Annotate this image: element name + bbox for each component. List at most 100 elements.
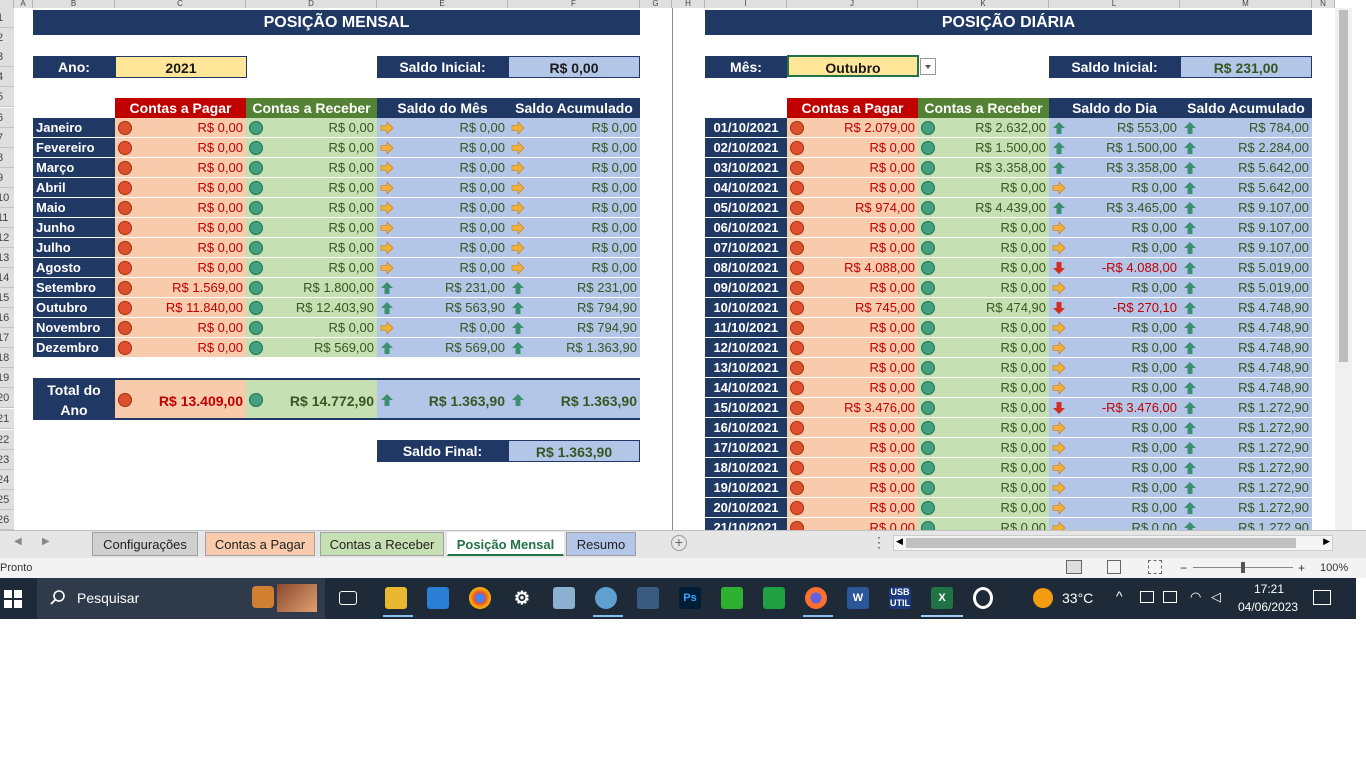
row-header[interactable]: 26 <box>0 510 14 530</box>
acumulado-cell[interactable]: R$ 794,90 <box>508 318 640 338</box>
receber-cell[interactable]: R$ 0,00 <box>918 418 1049 438</box>
receber-cell[interactable]: R$ 569,00 <box>246 338 377 358</box>
saldo-dia-cell[interactable]: R$ 553,00 <box>1049 118 1180 138</box>
windows-start-icon[interactable] <box>4 590 22 608</box>
pagar-cell[interactable]: R$ 974,00 <box>787 198 918 218</box>
saldo-cell[interactable]: R$ 0,00 <box>377 218 508 238</box>
month-cell[interactable]: Março <box>33 158 115 178</box>
acumulado-cell[interactable]: R$ 1.272,90 <box>1180 498 1312 518</box>
acumulado-cell[interactable]: R$ 2.284,00 <box>1180 138 1312 158</box>
receber-cell[interactable]: R$ 0,00 <box>246 258 377 278</box>
receber-cell[interactable]: R$ 0,00 <box>918 398 1049 418</box>
date-cell[interactable]: 18/10/2021 <box>705 458 787 478</box>
pagar-cell[interactable]: R$ 0,00 <box>115 178 246 198</box>
column-header-L[interactable]: L <box>1049 0 1180 8</box>
pagar-cell[interactable]: R$ 0,00 <box>115 118 246 138</box>
file-explorer-icon[interactable] <box>385 587 407 609</box>
row-header[interactable]: 4 <box>0 67 14 87</box>
acumulado-cell[interactable]: R$ 0,00 <box>508 218 640 238</box>
row-header[interactable]: 10 <box>0 188 14 208</box>
pagar-cell[interactable]: R$ 0,00 <box>115 218 246 238</box>
row-header[interactable]: 15 <box>0 288 14 308</box>
acumulado-cell[interactable]: R$ 0,00 <box>508 138 640 158</box>
row-header[interactable]: 13 <box>0 248 14 268</box>
tab-scroll-left-icon[interactable]: ◀ <box>14 536 22 547</box>
saldo-dia-cell[interactable]: R$ 3.465,00 <box>1049 198 1180 218</box>
saldo-cell[interactable]: R$ 231,00 <box>377 278 508 298</box>
hscroll-right-icon[interactable]: ▶ <box>1323 536 1330 547</box>
zoom-out-icon[interactable]: − <box>1180 558 1187 578</box>
column-header-K[interactable]: K <box>918 0 1049 8</box>
receber-cell[interactable]: R$ 0,00 <box>918 438 1049 458</box>
acumulado-cell[interactable]: R$ 9.107,00 <box>1180 218 1312 238</box>
pagar-cell[interactable]: R$ 0,00 <box>115 318 246 338</box>
row-header[interactable]: 21 <box>0 409 14 429</box>
acumulado-cell[interactable]: R$ 5.642,00 <box>1180 158 1312 178</box>
saldo-dia-cell[interactable]: R$ 0,00 <box>1049 218 1180 238</box>
column-header-M[interactable]: M <box>1180 0 1312 8</box>
scrollbar-thumb[interactable] <box>1339 10 1348 362</box>
sheet-tab[interactable]: Contas a Pagar <box>205 532 315 556</box>
mail-icon[interactable] <box>427 587 449 609</box>
receber-cell[interactable]: R$ 0,00 <box>246 238 377 258</box>
column-header-N[interactable]: N <box>1312 0 1335 8</box>
usb-util-icon[interactable]: USB UTIL <box>889 587 911 609</box>
receber-cell[interactable]: R$ 0,00 <box>918 498 1049 518</box>
page-layout-icon[interactable] <box>1107 560 1121 574</box>
row-header[interactable]: 6 <box>0 108 14 128</box>
row-header[interactable]: 9 <box>0 168 14 188</box>
pagar-cell[interactable]: R$ 0,00 <box>115 338 246 358</box>
date-cell[interactable]: 04/10/2021 <box>705 178 787 198</box>
saldo-dia-cell[interactable]: R$ 0,00 <box>1049 358 1180 378</box>
row-header[interactable]: 7 <box>0 128 14 148</box>
add-sheet-icon[interactable]: + <box>671 535 687 551</box>
saldo-dia-cell[interactable]: R$ 0,00 <box>1049 458 1180 478</box>
zoom-in-icon[interactable]: + <box>1298 558 1305 578</box>
row-header[interactable]: 25 <box>0 490 14 510</box>
acumulado-cell[interactable]: R$ 1.272,90 <box>1180 438 1312 458</box>
column-header-B[interactable]: B <box>33 0 115 8</box>
taskbar-search[interactable]: Pesquisar <box>37 578 325 619</box>
row-header[interactable]: 12 <box>0 228 14 248</box>
row-header[interactable]: 1 <box>0 8 14 28</box>
camtasia-icon[interactable] <box>721 587 743 609</box>
pagar-cell[interactable]: R$ 0,00 <box>787 278 918 298</box>
receber-cell[interactable]: R$ 0,00 <box>246 318 377 338</box>
date-cell[interactable]: 12/10/2021 <box>705 338 787 358</box>
more-options-icon[interactable]: ⋮ <box>872 534 886 551</box>
saldo-cell[interactable]: R$ 0,00 <box>377 118 508 138</box>
month-cell[interactable]: Janeiro <box>33 118 115 138</box>
clock-time[interactable]: 17:21 <box>1254 582 1284 596</box>
receber-cell[interactable]: R$ 0,00 <box>918 518 1049 530</box>
acumulado-cell[interactable]: R$ 5.019,00 <box>1180 258 1312 278</box>
notification-icon[interactable] <box>1313 590 1331 605</box>
receber-cell[interactable]: R$ 0,00 <box>246 118 377 138</box>
acumulado-cell[interactable]: R$ 4.748,90 <box>1180 338 1312 358</box>
date-cell[interactable]: 17/10/2021 <box>705 438 787 458</box>
receber-cell[interactable]: R$ 0,00 <box>918 478 1049 498</box>
acumulado-cell[interactable]: R$ 0,00 <box>508 198 640 218</box>
month-cell[interactable]: Agosto <box>33 258 115 278</box>
pagar-cell[interactable]: R$ 0,00 <box>787 378 918 398</box>
zoom-thumb[interactable] <box>1241 562 1245 573</box>
page-break-icon[interactable] <box>1148 560 1162 574</box>
hscroll-left-icon[interactable]: ◀ <box>896 536 903 547</box>
pagar-cell[interactable]: R$ 0,00 <box>115 158 246 178</box>
date-cell[interactable]: 01/10/2021 <box>705 118 787 138</box>
pagar-cell[interactable]: R$ 0,00 <box>787 178 918 198</box>
pagar-cell[interactable]: R$ 0,00 <box>787 418 918 438</box>
receber-cell[interactable]: R$ 0,00 <box>918 318 1049 338</box>
horizontal-scrollbar[interactable]: ◀ ▶ <box>893 535 1333 551</box>
opera-icon[interactable] <box>973 587 993 609</box>
row-header[interactable]: 8 <box>0 148 14 168</box>
saldo-dia-cell[interactable]: R$ 3.358,00 <box>1049 158 1180 178</box>
acumulado-cell[interactable]: R$ 5.019,00 <box>1180 278 1312 298</box>
month-cell[interactable]: Abril <box>33 178 115 198</box>
row-header[interactable]: 23 <box>0 450 14 470</box>
acumulado-cell[interactable]: R$ 9.107,00 <box>1180 238 1312 258</box>
device-icon[interactable] <box>1140 591 1154 603</box>
acumulado-cell[interactable]: R$ 1.363,90 <box>508 338 640 358</box>
green-app-icon[interactable] <box>763 587 785 609</box>
sheet-tab[interactable]: Posição Mensal <box>447 532 564 556</box>
sheet-tab[interactable]: Configurações <box>92 532 198 556</box>
